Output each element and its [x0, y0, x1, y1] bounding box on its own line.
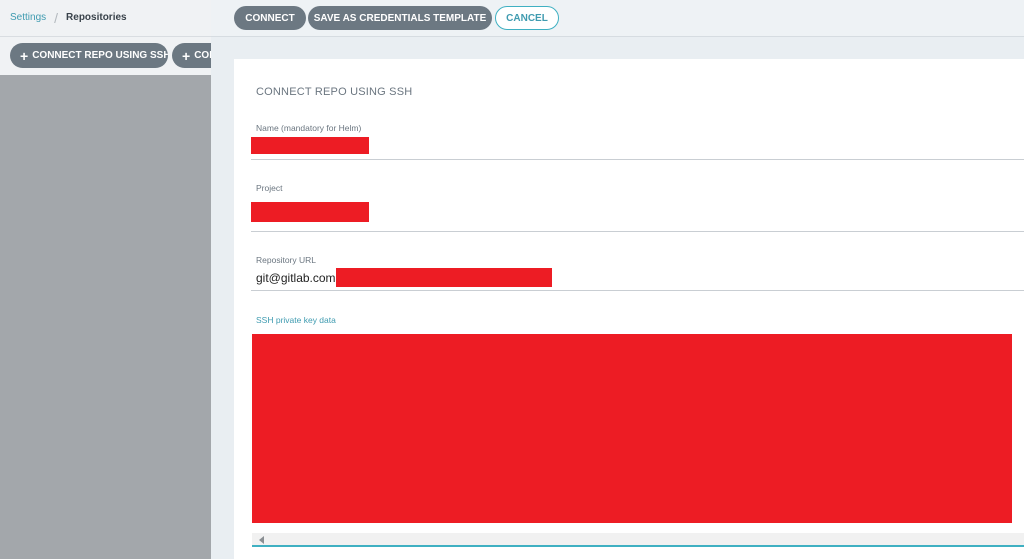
repo-url-field-label: Repository URL: [256, 255, 316, 265]
page-header: Settings / Repositories: [0, 0, 211, 37]
repo-url-redacted-value: [336, 268, 552, 287]
connect-repo-ssh-button[interactable]: + CONNECT REPO USING SSH: [10, 43, 168, 68]
sliding-panel: CONNECT SAVE AS CREDENTIALS TEMPLATE CAN…: [211, 0, 1024, 559]
project-field-underline: [251, 231, 1024, 232]
project-field-select[interactable]: [251, 202, 369, 222]
connect-button[interactable]: CONNECT: [234, 6, 306, 30]
repo-url-input[interactable]: git@gitlab.com:: [256, 271, 339, 285]
background-page-overlay: Settings / Repositories + CONNECT REPO U…: [0, 0, 232, 559]
cancel-button[interactable]: CANCEL: [495, 6, 559, 30]
breadcrumb-settings-link[interactable]: Settings: [10, 12, 46, 23]
connect-repo-ssh-label: CONNECT REPO USING SSH: [32, 50, 168, 61]
ssh-key-horizontal-scrollbar[interactable]: [252, 533, 1024, 547]
ssh-key-textarea[interactable]: [252, 334, 1012, 523]
ssh-key-field-label: SSH private key data: [256, 315, 336, 325]
scroll-left-arrow-icon[interactable]: [259, 536, 264, 544]
repo-url-field-underline: [251, 290, 1024, 291]
breadcrumb: Settings / Repositories: [10, 9, 127, 26]
connect-repo-form: CONNECT REPO USING SSH Name (mandatory f…: [234, 59, 1024, 559]
name-field-label: Name (mandatory for Helm): [256, 123, 362, 133]
name-field-input[interactable]: [251, 137, 369, 154]
breadcrumb-separator: /: [54, 9, 59, 26]
form-title: CONNECT REPO USING SSH: [256, 86, 413, 98]
plus-icon: +: [20, 47, 29, 64]
breadcrumb-current: Repositories: [66, 12, 127, 23]
page-toolbar: + CONNECT REPO USING SSH + CON: [0, 37, 232, 75]
save-credentials-template-button[interactable]: SAVE AS CREDENTIALS TEMPLATE: [308, 6, 492, 30]
plus-icon: +: [182, 47, 191, 64]
project-field-label: Project: [256, 183, 283, 193]
name-field-underline: [251, 159, 1024, 160]
panel-toolbar: CONNECT SAVE AS CREDENTIALS TEMPLATE CAN…: [211, 0, 1024, 37]
